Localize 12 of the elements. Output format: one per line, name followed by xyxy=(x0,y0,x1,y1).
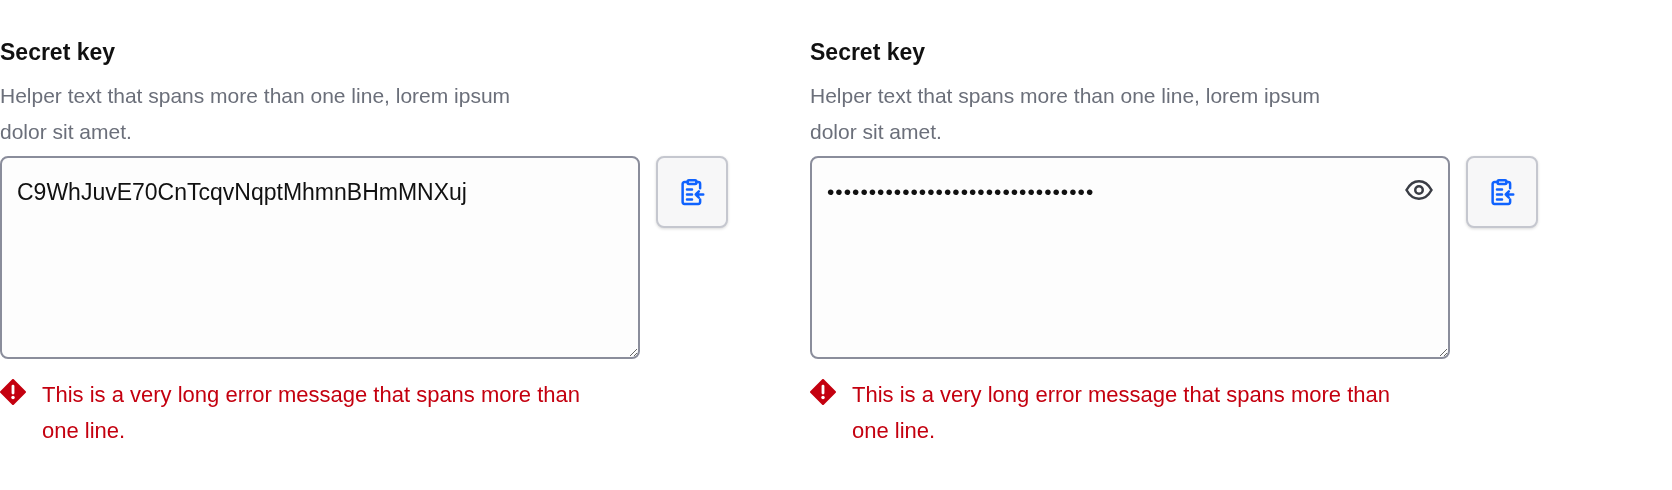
warning-icon xyxy=(810,379,836,405)
warning-icon xyxy=(0,379,26,405)
paste-button[interactable] xyxy=(656,156,728,228)
helper-text: Helper text that spans more than one line, lorem ipsum dolor sit amet. xyxy=(0,83,512,145)
secret-key-field[interactable]: C9WhJuvE70CnTcqvNqptMhmnBHmMNXuj xyxy=(0,156,640,359)
error-message: This is a very long error message that spans more than one line. xyxy=(852,381,1392,445)
helper-text: Helper text that spans more than one line, lorem ipsum dolor sit amet. xyxy=(810,83,1322,145)
secret-key-field[interactable]: •••••••••••••••••••••••••••••••• xyxy=(810,156,1450,359)
field-label: Secret key xyxy=(0,38,117,67)
field-label: Secret key xyxy=(810,38,927,67)
paste-button[interactable] xyxy=(1466,156,1538,228)
error-message: This is a very long error message that spans more than one line. xyxy=(42,381,582,445)
